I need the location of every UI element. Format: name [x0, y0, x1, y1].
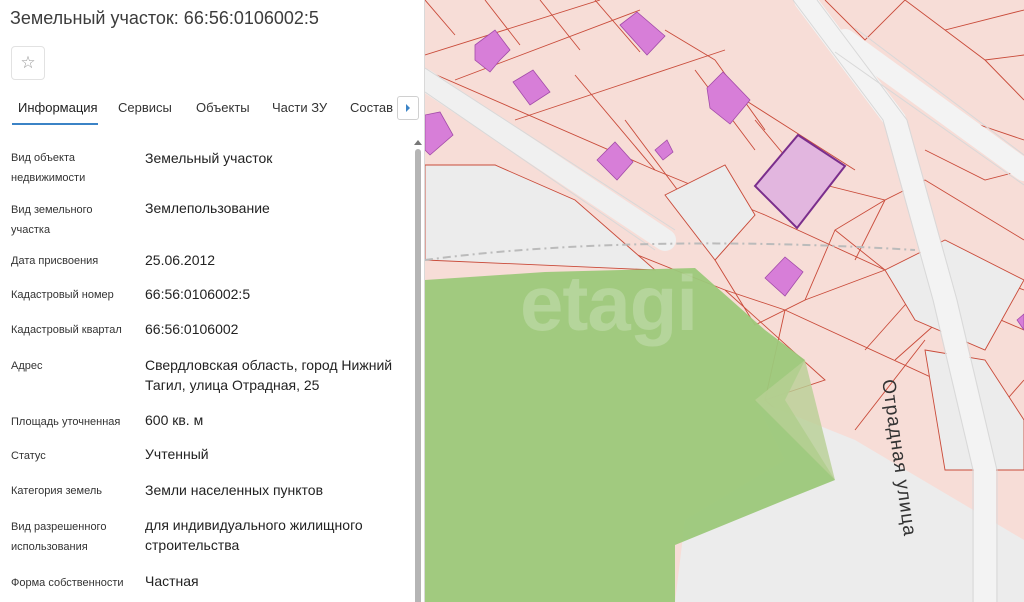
- cadastral-map[interactable]: [425, 0, 1024, 602]
- map-canvas[interactable]: [425, 0, 1024, 602]
- chevron-right-icon: [406, 104, 410, 112]
- star-icon: ☆: [20, 53, 36, 72]
- tab-objects[interactable]: Объекты: [196, 100, 250, 115]
- info-label: Вид объекта недвижимости: [11, 152, 86, 184]
- tab-services[interactable]: Сервисы: [118, 100, 172, 115]
- info-value[interactable]: 66:56:0106002:5: [145, 284, 400, 304]
- info-value: для индивидуального жилищного строительс…: [145, 517, 363, 553]
- info-label: Адрес: [11, 360, 43, 372]
- info-value[interactable]: 66:56:0106002: [145, 319, 400, 339]
- scroll-up-arrow-icon[interactable]: [414, 140, 422, 145]
- scrollbar-thumb[interactable]: [415, 149, 421, 602]
- active-tab-indicator: [12, 123, 98, 125]
- info-label: Вид разрешенного использования: [11, 521, 107, 553]
- info-value: Землепользование: [145, 200, 270, 216]
- tab-parts[interactable]: Части ЗУ: [272, 100, 327, 115]
- scrollbar[interactable]: [413, 140, 423, 602]
- tab-bar: Информация Сервисы Объекты Части ЗУ Сост…: [0, 96, 424, 126]
- info-label: Категория земель: [11, 485, 102, 497]
- info-value: 25.06.2012: [145, 252, 216, 268]
- favorite-button[interactable]: ☆: [11, 46, 45, 80]
- info-panel: Земельный участок: 66:56:0106002:5 ☆ Инф…: [0, 0, 425, 602]
- info-value: Свердловская область, город Нижний Тагил…: [145, 357, 393, 393]
- info-value: Частная: [145, 573, 199, 589]
- info-value: 600 кв. м: [145, 412, 204, 428]
- tabs-next-button[interactable]: [397, 96, 419, 120]
- info-label: Дата присвоения: [11, 255, 99, 267]
- info-label: Форма собственности: [11, 577, 124, 589]
- tab-information[interactable]: Информация: [18, 100, 98, 115]
- map-watermark: etagi: [520, 259, 698, 347]
- info-value: Земельный участок: [145, 150, 273, 166]
- info-value: Учтенный: [145, 446, 209, 462]
- info-label: Статус: [11, 450, 46, 462]
- info-label: Кадастровый номер: [11, 289, 114, 301]
- tab-composition[interactable]: Состав: [350, 100, 393, 115]
- info-value: Земли населенных пунктов: [145, 482, 324, 498]
- info-label: Кадастровый квартал: [11, 324, 122, 336]
- page-title: Земельный участок: 66:56:0106002:5: [10, 8, 319, 28]
- info-label: Вид земельного участка: [11, 204, 93, 236]
- info-label: Площадь уточненная: [11, 416, 121, 428]
